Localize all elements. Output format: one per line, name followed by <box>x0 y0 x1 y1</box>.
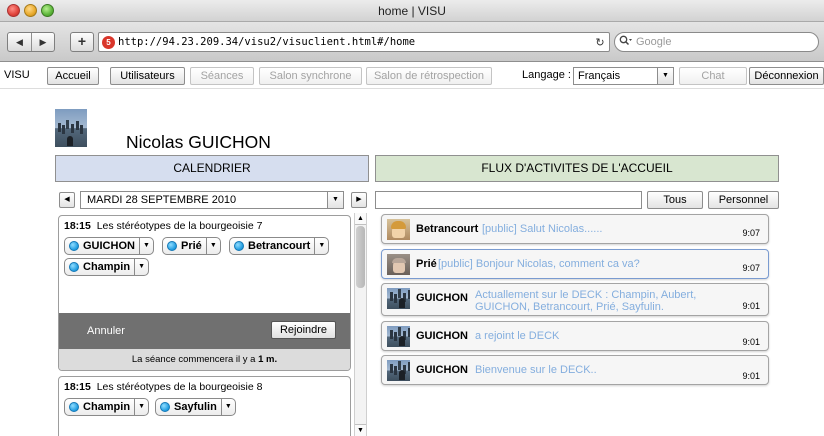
search-placeholder: Google <box>636 36 672 48</box>
online-status-icon <box>69 402 79 412</box>
menu-utilisateurs-button[interactable]: Utilisateurs <box>110 67 185 85</box>
reload-icon[interactable]: ↻ <box>591 36 609 49</box>
window-title: home | VISU <box>378 4 446 18</box>
menu-accueil-button[interactable]: Accueil <box>47 67 99 85</box>
user-avatar <box>55 109 87 147</box>
back-button[interactable]: ◀ <box>8 33 31 51</box>
online-status-icon <box>234 241 244 251</box>
url-text[interactable]: http://94.23.209.34/visu2/visuclient.htm… <box>118 36 591 48</box>
forward-button[interactable]: ▶ <box>31 33 54 51</box>
language-select[interactable]: Français ▼ <box>573 67 674 85</box>
user-avatar <box>387 219 410 240</box>
activity-item[interactable]: Betrancourt [public] Salut Nicolas......… <box>381 214 769 244</box>
online-status-icon <box>160 402 170 412</box>
filter-all-button[interactable]: Tous <box>647 191 703 209</box>
session-title: 18:15 Les stéréotypes de la bourgeoisie … <box>64 220 263 232</box>
scroll-up-icon[interactable]: ▲ <box>355 213 366 225</box>
user-avatar <box>387 288 410 309</box>
menu-salon-synchrone-button[interactable]: Salon synchrone <box>259 67 362 85</box>
activity-time: 9:07 <box>742 228 760 238</box>
online-status-icon <box>69 262 79 272</box>
menu-seances-button[interactable]: Séances <box>190 67 254 85</box>
flux-header: FLUX D'ACTIVITES DE L'ACCUEIL <box>375 155 779 182</box>
session-start-notice: La séance commencera il y a 1 m. <box>59 349 350 370</box>
user-avatar <box>387 254 410 275</box>
chevron-down-icon[interactable]: ▼ <box>134 399 148 415</box>
participant-tag[interactable]: Champin ▼ <box>64 398 150 416</box>
chevron-down-icon: ▼ <box>657 68 673 84</box>
site-favicon-icon: 5 <box>102 35 115 49</box>
chevron-down-icon[interactable]: ▼ <box>205 238 220 254</box>
calendar-header: CALENDRIER <box>55 155 369 182</box>
next-day-button[interactable]: ▶ <box>351 192 367 208</box>
participant-tag[interactable]: Champin ▼ <box>64 258 150 276</box>
menu-deconnexion-button[interactable]: Déconnexion <box>749 67 824 85</box>
search-field[interactable]: Google <box>614 32 819 52</box>
join-session-button[interactable]: Rejoindre <box>271 321 336 339</box>
menu-salon-retrospection-button[interactable]: Salon de rétrospection <box>366 67 492 85</box>
address-bar[interactable]: 5 http://94.23.209.34/visu2/visuclient.h… <box>98 32 610 52</box>
chevron-down-icon: ▼ <box>327 192 343 208</box>
activity-message: a rejoint le DECK <box>475 330 560 342</box>
browser-toolbar: ◀ ▶ + 5 http://94.23.209.34/visu2/visucl… <box>0 22 824 62</box>
chevron-down-icon[interactable]: ▼ <box>314 238 328 254</box>
flux-filter-input[interactable] <box>375 191 642 209</box>
language-label: Langage : <box>522 69 571 81</box>
activity-item[interactable]: Prié [public] Bonjour Nicolas, comment c… <box>381 249 769 279</box>
date-select[interactable]: MARDI 28 SEPTEMBRE 2010 ▼ <box>80 191 344 209</box>
activity-user: Betrancourt <box>416 223 479 235</box>
date-value: MARDI 28 SEPTEMBRE 2010 <box>87 194 237 206</box>
search-icon <box>619 35 633 49</box>
activity-user: GUICHON <box>416 330 468 342</box>
online-status-icon <box>167 241 177 251</box>
activity-user: Prié <box>416 258 437 270</box>
activity-message-continued: GUICHON, Betrancourt, Prié, Sayfulin. <box>475 301 664 313</box>
participant-tag[interactable]: Sayfulin ▼ <box>155 398 236 416</box>
filter-personal-button[interactable]: Personnel <box>708 191 779 209</box>
activity-message: Bienvenue sur le DECK.. <box>475 364 597 376</box>
chevron-down-icon[interactable]: ▼ <box>134 259 148 275</box>
history-nav: ◀ ▶ <box>7 32 55 52</box>
chevron-down-icon[interactable]: ▼ <box>220 399 235 415</box>
activity-message: [public] Salut Nicolas...... <box>482 223 603 235</box>
previous-day-button[interactable]: ◀ <box>59 192 75 208</box>
session-card[interactable]: 18:15 Les stéréotypes de la bourgeoisie … <box>58 376 351 436</box>
scroll-down-icon[interactable]: ▼ <box>355 424 366 436</box>
activity-user: GUICHON <box>416 292 468 304</box>
chevron-down-icon[interactable]: ▼ <box>138 238 153 254</box>
session-title: 18:15 Les stéréotypes de la bourgeoisie … <box>64 381 263 393</box>
activity-message: Actuallement sur le DECK : Champin, Aube… <box>475 289 697 301</box>
language-value: Français <box>578 70 621 82</box>
calendar-session-list: 18:15 Les stéréotypes de la bourgeoisie … <box>55 213 371 436</box>
activity-time: 9:01 <box>742 371 760 381</box>
menu-chat-button[interactable]: Chat <box>679 67 747 85</box>
new-tab-button[interactable]: + <box>70 32 94 52</box>
calendar-scrollbar[interactable]: ▲ ▼ <box>354 213 367 436</box>
activity-time: 9:01 <box>742 301 760 311</box>
cancel-session-link[interactable]: Annuler <box>87 325 125 337</box>
app-menubar: VISU Accueil Utilisateurs Séances Salon … <box>0 63 824 89</box>
participant-tag[interactable]: Prié ▼ <box>162 237 221 255</box>
participant-tag[interactable]: GUICHON ▼ <box>64 237 154 255</box>
scroll-thumb[interactable] <box>356 226 365 288</box>
activity-time: 9:01 <box>742 337 760 347</box>
activity-item[interactable]: GUICHON Bienvenue sur le DECK.. 9:01 <box>381 355 769 385</box>
activity-time: 9:07 <box>742 263 760 273</box>
activity-message: [public] Bonjour Nicolas, comment ca va? <box>438 258 640 270</box>
app-brand: VISU <box>4 69 30 81</box>
window-titlebar: home | VISU <box>0 0 824 22</box>
user-name: Nicolas GUICHON <box>126 132 271 152</box>
activity-user: GUICHON <box>416 364 468 376</box>
participant-tag[interactable]: Betrancourt ▼ <box>229 237 330 255</box>
online-status-icon <box>69 241 79 251</box>
activity-item[interactable]: GUICHON a rejoint le DECK 9:01 <box>381 321 769 351</box>
user-avatar <box>387 360 410 381</box>
session-card[interactable]: 18:15 Les stéréotypes de la bourgeoisie … <box>58 215 351 371</box>
activity-item[interactable]: GUICHON Actuallement sur le DECK : Champ… <box>381 283 769 316</box>
user-avatar <box>387 326 410 347</box>
session-action-bar: Annuler Rejoindre <box>59 313 350 349</box>
